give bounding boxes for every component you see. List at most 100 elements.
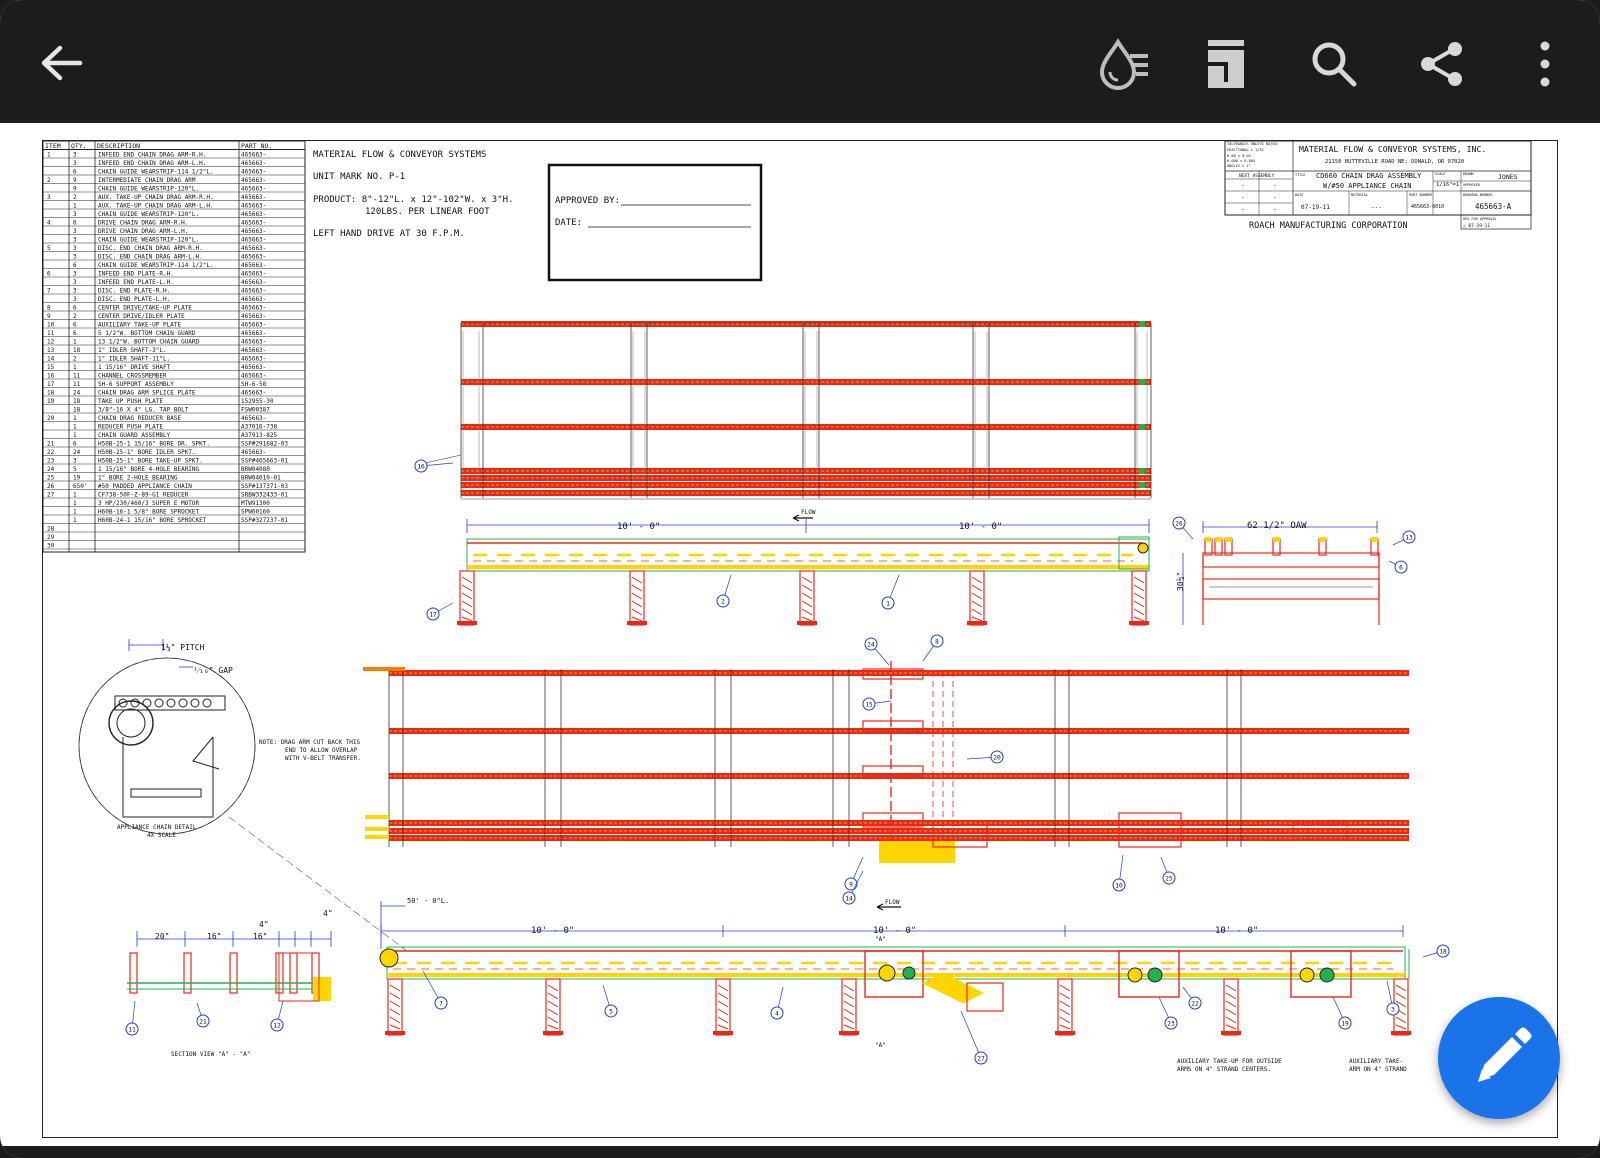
dash-5: - bbox=[1241, 206, 1245, 213]
bom-item: 10 bbox=[47, 322, 55, 329]
detail-chain-roller bbox=[202, 698, 212, 708]
bom-qty: 3 bbox=[73, 245, 77, 252]
bom-item: 27 bbox=[47, 492, 55, 499]
scale-value: 1/16"=1' bbox=[1436, 182, 1463, 188]
support-foot bbox=[1391, 1031, 1411, 1035]
bom-qty: 9 bbox=[73, 186, 77, 193]
top-plan-end-marker bbox=[1139, 321, 1145, 327]
top-plan-end-marker bbox=[1139, 482, 1145, 488]
search-button[interactable] bbox=[1308, 38, 1360, 90]
balloon-b19: 19 bbox=[1341, 1020, 1349, 1027]
balloon-b1: 1 bbox=[886, 600, 890, 607]
chain-detail-boundary-dash bbox=[78, 657, 256, 835]
drawn-by: JONES bbox=[1498, 173, 1518, 181]
section-a-top: "A" bbox=[875, 936, 886, 943]
support-leg-hatch bbox=[971, 576, 983, 622]
share-icon bbox=[1421, 42, 1462, 86]
more-options-button[interactable] bbox=[1530, 38, 1560, 90]
bom-description: H50B-25-1" BORE TAKE-UP SPKT. bbox=[98, 458, 203, 465]
balloon-leader bbox=[960, 1010, 982, 1059]
manufacturer: ROACH MANUFACTURING CORPORATION bbox=[1249, 221, 1408, 231]
bom-description: 13 1/2"W. BOTTOM CHAIN GUARD bbox=[98, 339, 200, 346]
bom-part: SSP#465663-01 bbox=[241, 458, 288, 465]
dim-gap: ¹⁄₁₆" GAP bbox=[193, 666, 233, 675]
balloon-b25: 25 bbox=[1165, 875, 1173, 882]
bom-qty: 3 bbox=[73, 296, 77, 303]
bom-item: 1 bbox=[47, 152, 51, 159]
bom-qty: 1 bbox=[73, 509, 77, 516]
top-plan-end-marker bbox=[1139, 424, 1145, 430]
bom-part: 465663- bbox=[241, 245, 266, 252]
bom-item: 9 bbox=[47, 313, 51, 320]
support-foot bbox=[967, 621, 987, 625]
material-label: MATERIAL bbox=[1351, 193, 1368, 197]
ink-button[interactable] bbox=[1096, 36, 1152, 92]
flow-label-bottom: FLOW bbox=[885, 899, 900, 906]
bom-item: 7 bbox=[47, 288, 51, 295]
section-strand bbox=[183, 952, 192, 994]
drawn-label: DRAWN bbox=[1463, 172, 1474, 176]
end-view-frame bbox=[1202, 578, 1380, 600]
bom-item: 5 bbox=[47, 245, 51, 252]
bom-part: 465663- bbox=[241, 203, 266, 210]
balloon-b4: 4 bbox=[775, 1010, 779, 1017]
bom-qty: 6 bbox=[73, 262, 77, 269]
bom-description: INFEED END CHAIN DRAG ARM-R.H. bbox=[98, 152, 206, 159]
section-strand bbox=[289, 952, 298, 994]
bom-qty: 11 bbox=[73, 381, 81, 388]
bom-item: 12 bbox=[47, 339, 55, 346]
dim-4in-1: 4" bbox=[259, 920, 269, 929]
end-view-strand-top bbox=[1319, 537, 1326, 542]
bom-item: 15 bbox=[47, 364, 55, 371]
bom-part: 465663- bbox=[241, 262, 266, 269]
bom-part: 465663- bbox=[241, 390, 266, 397]
support-foot bbox=[627, 621, 647, 625]
bom-description: CENTER DRIVE/TAKE-UP PLATE bbox=[98, 305, 192, 312]
bom-description: DISC. END PLATE-R.H. bbox=[98, 288, 170, 295]
top-plan-end-marker bbox=[1139, 379, 1145, 385]
bom-qty: 18 bbox=[73, 407, 81, 414]
bom-qty: 3 bbox=[73, 271, 77, 278]
drawing-sheet[interactable]: ITEM QTY. DESCRIPTION PART NO. 1 3 INFEED … bbox=[42, 140, 1558, 1138]
dim-height: 30½" bbox=[1175, 572, 1185, 591]
bom-qty: 1 bbox=[73, 500, 77, 507]
part-number: 465663-0010 bbox=[1411, 204, 1444, 210]
bom-description: SH-6 SUPPORT ASSEMBLY bbox=[98, 381, 174, 388]
bom-description: AUX. TAKE-UP CHAIN DRAG ARM-L.H. bbox=[98, 203, 214, 210]
bom-qty: 3 bbox=[73, 160, 77, 167]
bom-qty: 3 bbox=[73, 458, 77, 465]
bom-item: 14 bbox=[47, 356, 55, 363]
dim-20in: 20" bbox=[155, 932, 169, 941]
edit-fab-button[interactable] bbox=[1438, 997, 1560, 1119]
end-view-strand-top bbox=[1371, 537, 1378, 542]
bom-qty: 1 bbox=[73, 364, 77, 371]
support-foot bbox=[1055, 1031, 1075, 1035]
reading-mode-button[interactable] bbox=[1204, 36, 1248, 92]
bom-qty: 24 bbox=[73, 390, 81, 397]
bom-item: 28 bbox=[47, 526, 55, 533]
support-leg-hatch bbox=[843, 984, 855, 1030]
share-button[interactable] bbox=[1416, 38, 1468, 90]
dim-16in-1: 16" bbox=[207, 932, 221, 941]
bom-description: TAKE UP PUSH PLATE bbox=[98, 398, 163, 405]
support-leg-hatch bbox=[461, 576, 473, 622]
bom-header-description: DESCRIPTION bbox=[97, 142, 140, 150]
bom-part: 465663- bbox=[241, 211, 266, 218]
bom-part: 465663- bbox=[241, 330, 266, 337]
bom-header-part: PART NO. bbox=[241, 142, 272, 150]
bom-description: DISC. END PLATE-L.H. bbox=[98, 296, 170, 303]
company-note: MATERIAL FLOW & CONVEYOR SYSTEMS bbox=[313, 150, 486, 160]
back-button[interactable] bbox=[36, 38, 86, 88]
rev-label: REV FOR APPROVAL bbox=[1463, 217, 1497, 221]
search-icon bbox=[1312, 42, 1357, 87]
bom-description: INFEED END CHAIN DRAG ARM-L.H. bbox=[98, 160, 206, 167]
bom-description: 1 15/16" BORE 4-HOLE BEARING bbox=[98, 466, 200, 473]
bom-item: 6 bbox=[47, 271, 51, 278]
bill-of-materials: ITEM QTY. DESCRIPTION PART NO. 1 3 INFEED … bbox=[42, 140, 306, 553]
bom-qty: 6 bbox=[73, 169, 77, 176]
bom-part: 465663- bbox=[241, 279, 266, 286]
aux-takeup-note-3: AUXILIARY TAKE- bbox=[1349, 1058, 1403, 1065]
mid-plan-arm-end bbox=[365, 827, 389, 831]
bom-description: INFEED END PLATE-R.H. bbox=[98, 271, 174, 278]
detail-plate bbox=[130, 788, 202, 798]
